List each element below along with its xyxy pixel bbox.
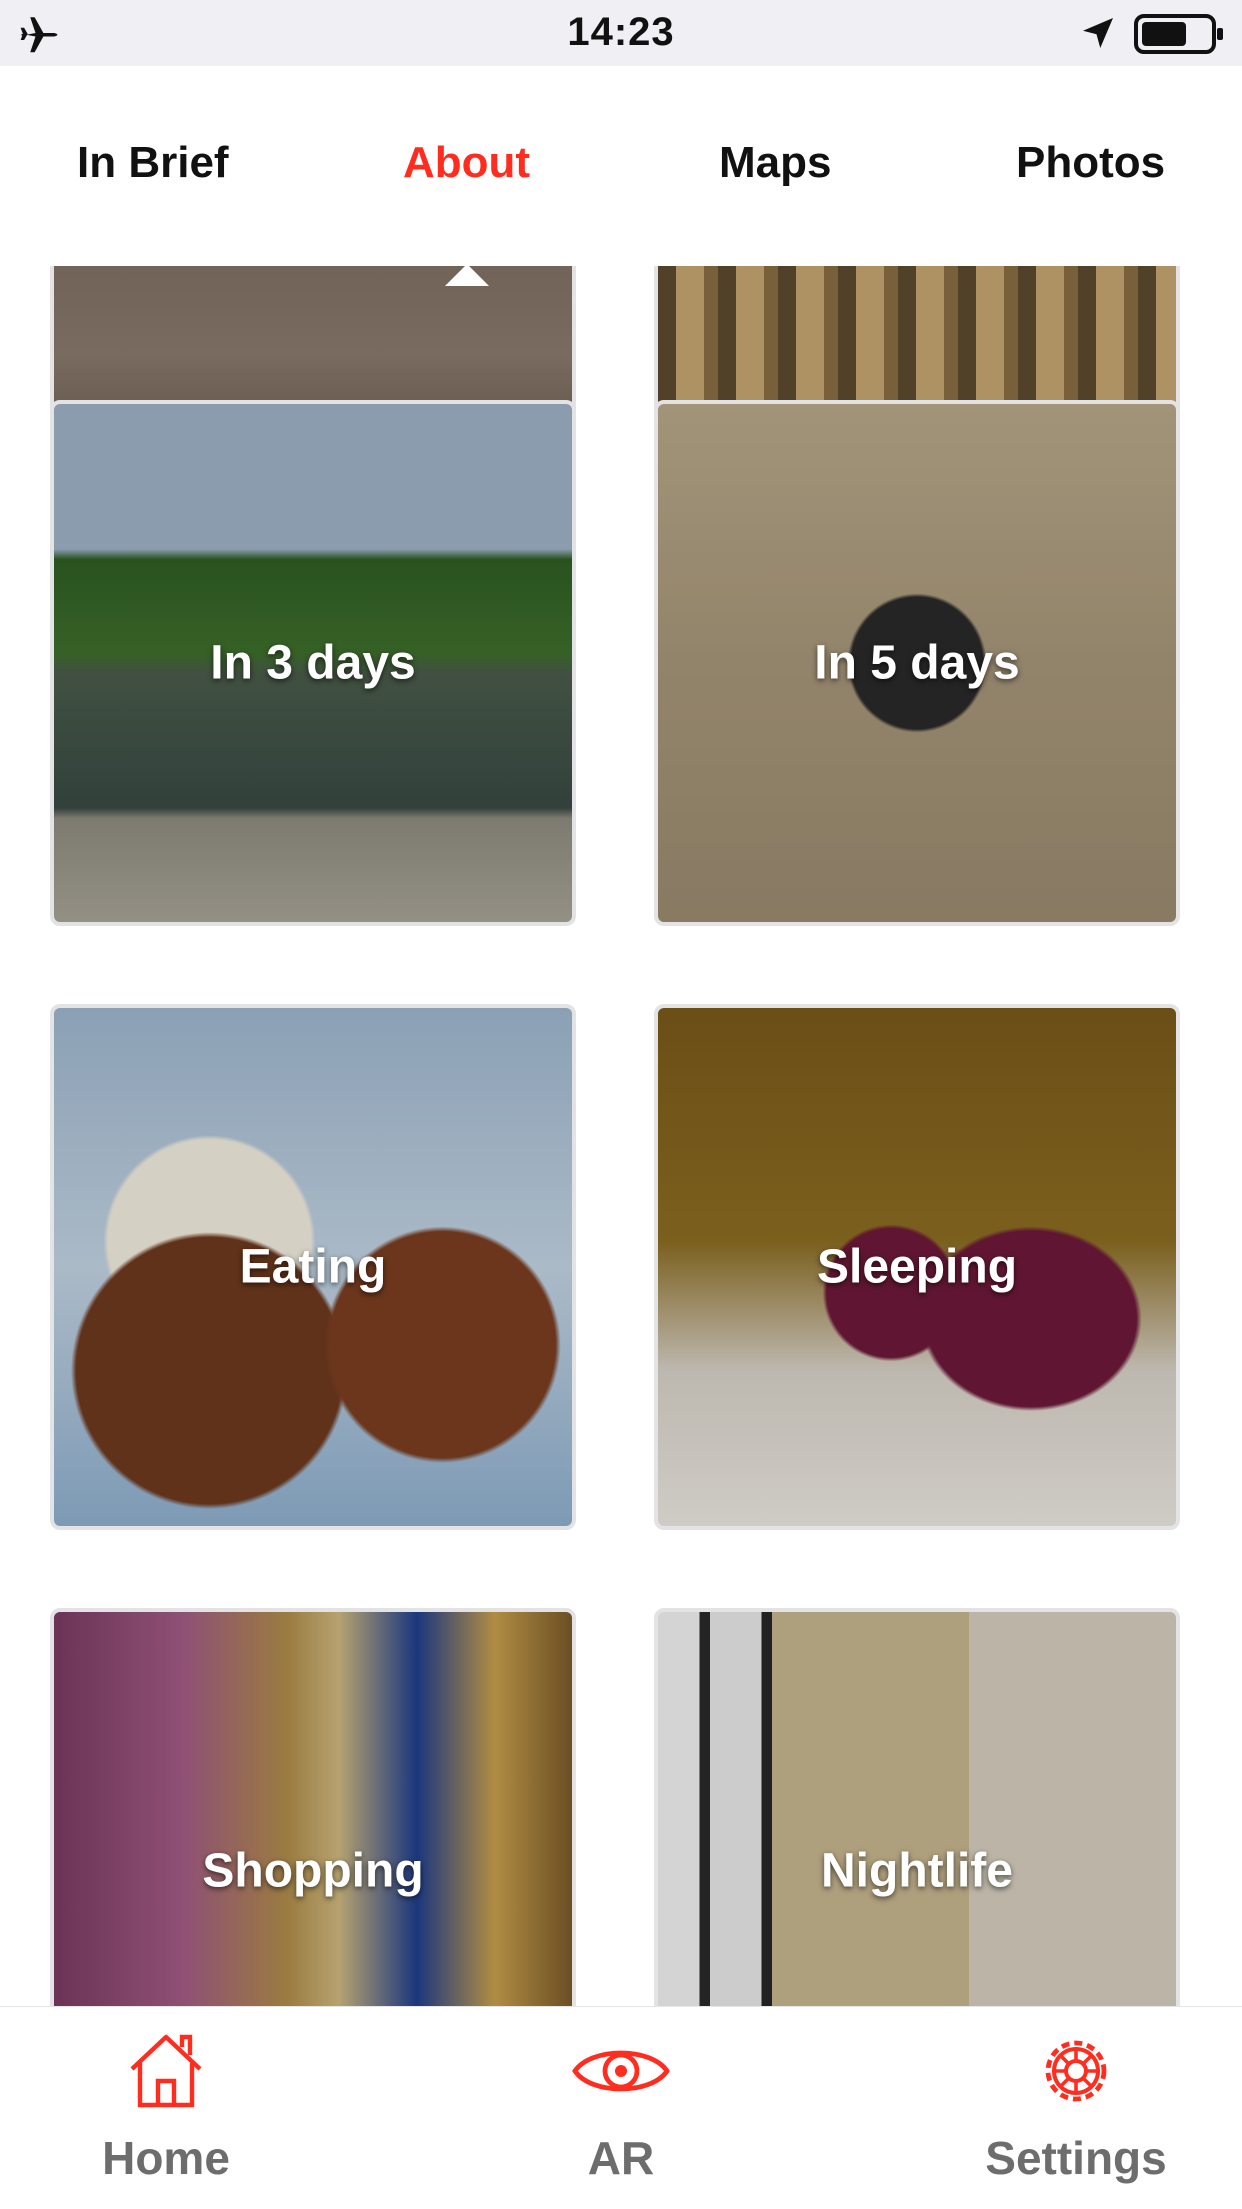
card-label: Shopping (202, 1844, 424, 1898)
settings-label: Settings (985, 2132, 1167, 2184)
bottom-nav-settings[interactable]: Settings (946, 2007, 1206, 2209)
bottom-tab-bar: Home AR Settings (0, 2006, 1242, 2209)
tab-photos[interactable]: Photos (1016, 138, 1165, 188)
guide-card-in-5-days[interactable]: In 5 days (654, 400, 1180, 926)
card-label: In 5 days (814, 636, 1020, 690)
bottom-nav-ar[interactable]: AR (491, 2007, 751, 2209)
card-label: Sleeping (816, 1240, 1018, 1294)
guide-card-nightlife[interactable]: Nightlife (654, 1608, 1180, 2006)
battery-icon (1134, 14, 1223, 54)
guide-card-eating[interactable]: Eating (50, 1004, 576, 1530)
card-label: Nightlife (821, 1844, 1013, 1898)
location-arrow-icon (1083, 18, 1113, 48)
status-time: 14:23 (567, 10, 675, 54)
ar-label: AR (587, 2132, 655, 2184)
active-tab-pointer (445, 266, 489, 286)
tab-about[interactable]: About (403, 138, 530, 188)
bottom-nav-home[interactable]: Home (36, 2007, 296, 2209)
card-label: Eating (239, 1240, 387, 1294)
guide-card-sleeping[interactable]: Sleeping (654, 1004, 1180, 1530)
home-icon (130, 2034, 202, 2108)
eye-icon (572, 2050, 670, 2092)
guide-grid: In 3 days In 5 days Eating Sleeping Shop… (0, 266, 1242, 2006)
card-label: In 3 days (210, 636, 416, 690)
guide-card-shopping[interactable]: Shopping (50, 1608, 576, 2006)
tab-in-brief[interactable]: In Brief (77, 138, 229, 188)
section-tabs: In Brief About Maps Photos (0, 66, 1242, 266)
home-label: Home (102, 2132, 230, 2184)
tab-maps[interactable]: Maps (719, 138, 831, 188)
gear-icon (1045, 2040, 1107, 2102)
status-bar: 14:23 (0, 0, 1242, 67)
guide-card-in-3-days[interactable]: In 3 days (50, 400, 576, 926)
